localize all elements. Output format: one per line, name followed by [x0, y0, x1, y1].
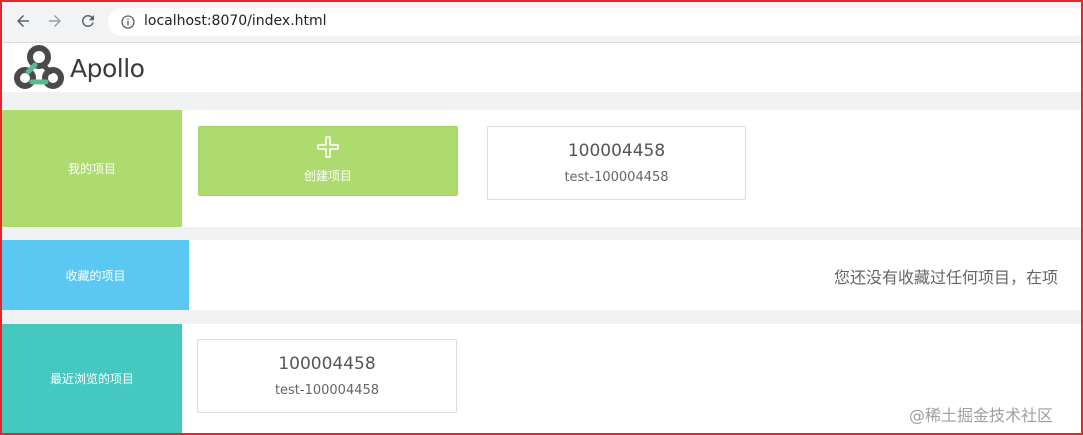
app-header: Apollo	[2, 43, 1081, 92]
my-projects-label: 我的项目	[2, 110, 182, 227]
address-bar[interactable]: localhost:8070/index.html	[108, 8, 1081, 36]
project-name: test-100004458	[564, 170, 669, 185]
info-icon[interactable]	[120, 14, 136, 30]
apollo-logo-icon	[14, 45, 64, 89]
section-divider	[2, 92, 1081, 110]
project-id: 100004458	[278, 354, 376, 374]
favorites-label: 收藏的项目	[2, 240, 189, 310]
screenshot-frame: localhost:8070/index.html Apollo 我的项目 创建…	[0, 0, 1083, 435]
reload-button[interactable]	[77, 10, 99, 32]
recent-label: 最近浏览的项目	[2, 324, 182, 433]
back-button[interactable]	[12, 10, 34, 32]
section-divider	[2, 227, 1081, 240]
arrow-right-icon	[49, 15, 61, 27]
project-name: test-100004458	[274, 383, 380, 398]
watermark: @稀土掘金技术社区	[909, 406, 1054, 425]
project-card[interactable]: 100004458 test-100004458	[197, 339, 457, 413]
arrow-left-icon	[17, 15, 29, 27]
project-id: 100004458	[567, 141, 666, 161]
create-project-label: 创建项目	[303, 169, 352, 183]
my-projects-section: 我的项目 创建项目 100004458 test-100004458	[2, 110, 1081, 227]
apollo-logo[interactable]: Apollo	[14, 45, 154, 91]
plus-icon	[317, 136, 339, 158]
browser-toolbar: localhost:8070/index.html	[2, 2, 1081, 43]
forward-button[interactable]	[44, 10, 66, 32]
favorites-section: 收藏的项目 您还没有收藏过任何项目，在项	[2, 240, 1081, 310]
reload-icon	[82, 15, 94, 27]
favorites-empty-message: 您还没有收藏过任何项目，在项	[834, 268, 1059, 287]
logo-text: Apollo	[70, 53, 145, 83]
create-project-button[interactable]: 创建项目	[198, 126, 458, 196]
url-text: localhost:8070/index.html	[144, 13, 327, 29]
section-divider	[2, 310, 1081, 324]
project-card[interactable]: 100004458 test-100004458	[487, 126, 746, 200]
